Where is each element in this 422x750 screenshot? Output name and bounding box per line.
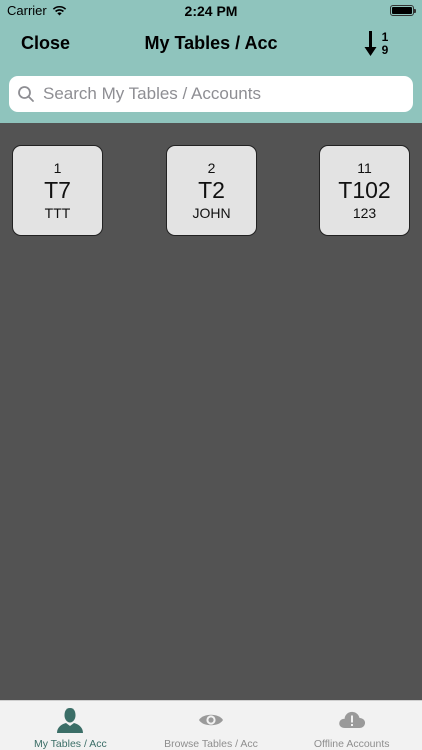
- status-time: 2:24 PM: [184, 3, 238, 19]
- tab-label: Browse Tables / Acc: [164, 738, 258, 750]
- search-icon: [18, 86, 34, 102]
- table-account: 123: [352, 205, 377, 221]
- table-number: 1: [53, 160, 62, 176]
- tab-my-tables[interactable]: My Tables / Acc: [0, 701, 141, 750]
- table-name: T2: [198, 177, 225, 203]
- status-bar: Carrier 2:24 PM: [0, 0, 422, 22]
- header: Carrier 2:24 PM Close My Tables / Acc 1 …: [0, 0, 422, 123]
- sort-digit-bottom: 9: [382, 43, 389, 57]
- sort-digit-top: 1: [382, 30, 389, 44]
- table-account: JOHN: [192, 205, 231, 221]
- search-bar[interactable]: [9, 76, 413, 112]
- tab-bar: My Tables / Acc Browse Tables / Acc Offl…: [0, 700, 422, 750]
- battery-icon: [390, 5, 416, 16]
- person-icon: [57, 708, 84, 733]
- table-tile[interactable]: 11 T102 123: [319, 145, 410, 236]
- eye-icon: [199, 714, 223, 726]
- search-input[interactable]: [43, 84, 403, 104]
- tab-browse-tables[interactable]: Browse Tables / Acc: [141, 701, 282, 750]
- close-button[interactable]: Close: [21, 33, 70, 54]
- tab-label: My Tables / Acc: [33, 738, 107, 750]
- table-name: T102: [338, 177, 391, 203]
- table-number: 11: [357, 160, 372, 176]
- cloud-alert-icon: [338, 711, 365, 728]
- table-name: T7: [44, 177, 71, 203]
- tab-offline-accounts[interactable]: Offline Accounts: [281, 701, 422, 750]
- sort-numeric-down-icon[interactable]: 1 9: [364, 29, 394, 59]
- table-tile[interactable]: 1 T7 TTT: [12, 145, 103, 236]
- table-number: 2: [207, 160, 216, 176]
- table-account: TTT: [44, 205, 71, 221]
- tab-label: Offline Accounts: [313, 738, 390, 750]
- table-tile[interactable]: 2 T2 JOHN: [166, 145, 257, 236]
